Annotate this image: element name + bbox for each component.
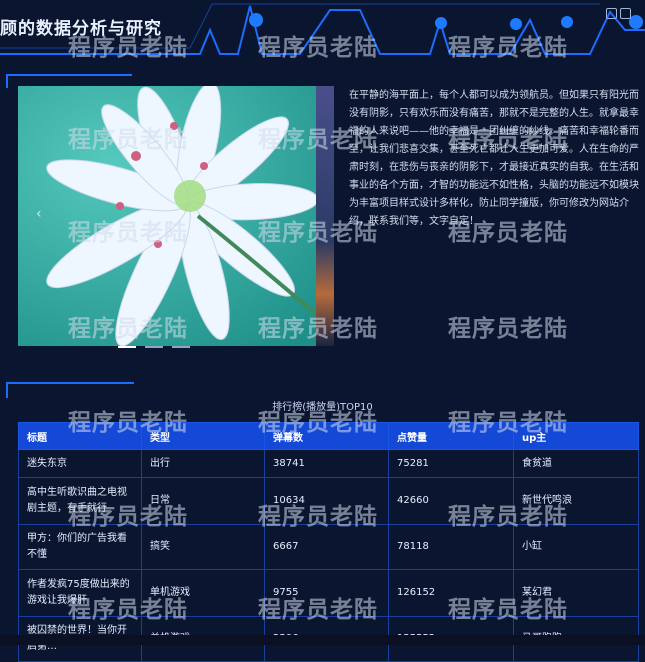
cell-type: 出行 bbox=[141, 449, 265, 478]
page-title: 顾的数据分析与研究 bbox=[0, 19, 162, 39]
cell-likes: 42660 bbox=[388, 477, 514, 525]
white-star-flower-photo bbox=[18, 86, 334, 346]
cell-likes: 75281 bbox=[388, 449, 514, 478]
column-header: 点赞量 bbox=[388, 422, 514, 450]
cell-type: 单机游戏 bbox=[141, 569, 265, 617]
cell-danmaku: 9755 bbox=[264, 569, 389, 617]
cell-uploader: 小缸 bbox=[513, 524, 639, 570]
cell-likes: 78118 bbox=[388, 524, 514, 570]
cell-uploader: 食贫道 bbox=[513, 449, 639, 478]
column-header: 弹幕数 bbox=[264, 422, 389, 450]
table-row[interactable]: 高中生听歌识曲之电视剧主题，有手就行 日常 10634 42660 新世代鸣浪 bbox=[18, 477, 639, 525]
image-carousel[interactable] bbox=[18, 86, 334, 346]
bottom-status-strip bbox=[0, 635, 645, 645]
carousel-dot[interactable] bbox=[172, 345, 191, 348]
carousel-prev-icon[interactable]: ‹ bbox=[36, 206, 42, 222]
table-caption: 排行榜(播放量)TOP10 bbox=[272, 402, 373, 413]
column-header: 类型 bbox=[141, 422, 265, 450]
cell-title: 高中生听歌识曲之电视剧主题，有手就行 bbox=[18, 477, 142, 525]
cell-title: 迷失东京 bbox=[18, 449, 142, 478]
cell-type: 日常 bbox=[141, 477, 265, 525]
table-row[interactable]: 作者发疯75度做出来的游戏让我爆肝 单机游戏 9755 126152 某幻君 bbox=[18, 569, 639, 617]
window-restore-icon[interactable] bbox=[606, 8, 617, 19]
table-header-row: 标题 类型 弹幕数 点赞量 up主 bbox=[18, 422, 639, 450]
cell-danmaku: 6667 bbox=[264, 524, 389, 570]
table-row[interactable]: 迷失东京 出行 38741 75281 食贫道 bbox=[18, 449, 639, 478]
cell-title: 甲方：你们的广告我看不懂 bbox=[18, 524, 142, 570]
carousel-indicators bbox=[118, 336, 194, 348]
cell-uploader: 新世代鸣浪 bbox=[513, 477, 639, 525]
window-close-icon[interactable] bbox=[620, 8, 631, 19]
table-row[interactable]: 甲方：你们的广告我看不懂 搞笑 6667 78118 小缸 bbox=[18, 524, 639, 570]
panel-top-line bbox=[20, 74, 132, 76]
cell-uploader: 某幻君 bbox=[513, 569, 639, 617]
intro-text: 在平静的海平面上，每个人都可以成为领航员。但如果只有阳光而没有阴影，只有欢乐而没… bbox=[349, 90, 639, 227]
carousel-dot[interactable] bbox=[118, 345, 136, 348]
carousel-dot[interactable] bbox=[145, 345, 164, 348]
cell-likes: 126152 bbox=[388, 569, 514, 617]
table-corner-icon bbox=[6, 382, 22, 398]
cell-title: 作者发疯75度做出来的游戏让我爆肝 bbox=[18, 569, 142, 617]
cell-danmaku: 38741 bbox=[264, 449, 389, 478]
cell-danmaku: 10634 bbox=[264, 477, 389, 525]
header-bar: 顾的数据分析与研究 bbox=[0, 0, 645, 60]
table-top-line bbox=[22, 382, 134, 384]
cell-type: 搞笑 bbox=[141, 524, 265, 570]
column-header: 标题 bbox=[18, 422, 142, 450]
column-header: up主 bbox=[513, 422, 639, 450]
next-slide-preview bbox=[316, 86, 334, 346]
ranking-table: 标题 类型 弹幕数 点赞量 up主 迷失东京 出行 38741 75281 食贫… bbox=[18, 422, 639, 662]
